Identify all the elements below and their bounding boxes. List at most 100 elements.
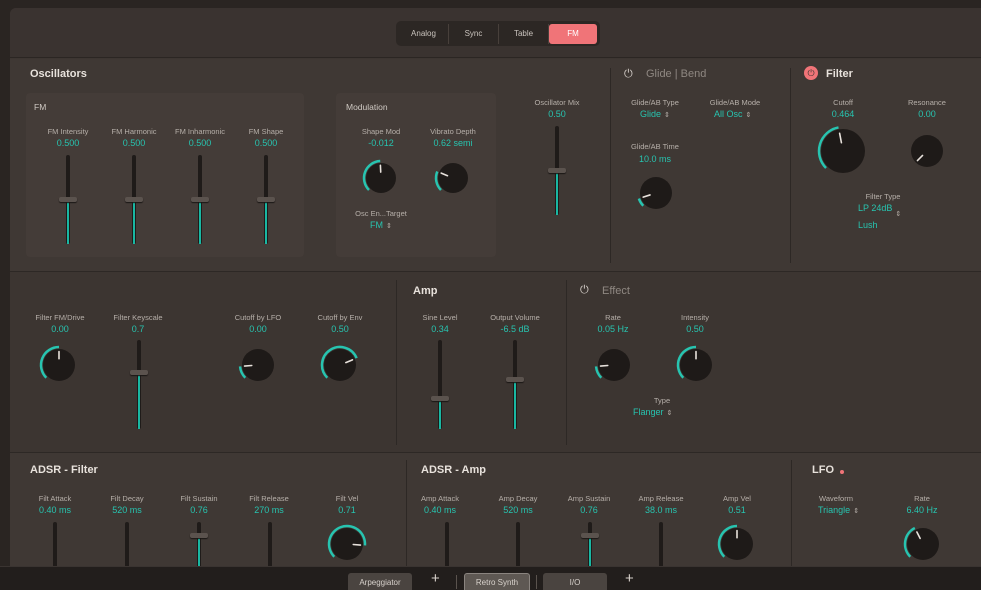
- plugin-tab-bar: Arpeggiator + Retro Synth I/O +: [0, 566, 981, 590]
- divider: [791, 460, 792, 574]
- knob-graphic: [362, 159, 396, 193]
- amp-vel-knob[interactable]: [716, 523, 758, 570]
- filt-vel-knob[interactable]: [326, 523, 368, 570]
- filt-attack-label: Filt Attack: [38, 494, 72, 503]
- filter-drive-knob[interactable]: [38, 344, 80, 391]
- effect-power-icon[interactable]: ⏻: [580, 284, 589, 297]
- add-plugin-button[interactable]: +: [431, 570, 440, 587]
- mode-table[interactable]: Table: [499, 23, 549, 44]
- effect-rate-value: 0.05 Hz: [597, 324, 629, 334]
- fm-inharmonic-slider[interactable]: [191, 155, 209, 244]
- fm-shape-slider[interactable]: [257, 155, 275, 244]
- glide-type-label: Glide/AB Type: [631, 98, 679, 107]
- amp-release-label: Amp Release: [638, 494, 684, 503]
- sine-level-slider[interactable]: [431, 340, 449, 429]
- amp-decay-label: Amp Decay: [498, 494, 538, 503]
- power-icon[interactable]: ⏻: [624, 68, 633, 81]
- effect-type-value: Flanger: [633, 407, 664, 417]
- amp-sustain-value: 0.76: [580, 505, 598, 515]
- osc-mix-value: 0.50: [548, 109, 566, 119]
- filt-release-label: Filt Release: [249, 494, 289, 503]
- lfo-waveform-label: Waveform: [819, 494, 853, 503]
- cutoff-knob[interactable]: [816, 124, 870, 183]
- up-down-chevron-icon: ⇕: [386, 223, 392, 230]
- knob-body: [438, 163, 468, 193]
- fm-harmonic-slider[interactable]: [125, 155, 143, 244]
- filt-attack-value: 0.40 ms: [38, 505, 71, 515]
- effect-rate-knob[interactable]: [593, 344, 635, 391]
- glide-type-value: Glide: [640, 109, 662, 119]
- output-volume-slider[interactable]: [506, 340, 524, 429]
- knob-body: [324, 349, 356, 381]
- cutoff-env-label: Cutoff by Env: [317, 313, 363, 322]
- mode-sync[interactable]: Sync: [449, 23, 499, 44]
- osc-mix-slider[interactable]: [548, 126, 566, 215]
- amp-vel-value: 0.51: [728, 505, 746, 515]
- divider: [566, 280, 567, 445]
- osc-env-target-select[interactable]: FM ⇕: [370, 220, 392, 230]
- filt-decay-label: Filt Decay: [110, 494, 144, 503]
- amp-sustain-label: Amp Sustain: [567, 494, 611, 503]
- lfo-rate-knob[interactable]: [902, 523, 944, 570]
- filt-decay-value: 520 ms: [112, 505, 142, 515]
- output-volume-label: Output Volume: [490, 313, 540, 322]
- cutoff-lfo-knob[interactable]: [237, 344, 279, 391]
- filter-type-select[interactable]: LP 24dB⇕ Lush: [858, 203, 901, 231]
- osc-mix-label: Oscillator Mix: [534, 98, 580, 107]
- add-plugin-button[interactable]: +: [625, 570, 634, 587]
- amp-decay-value: 520 ms: [503, 505, 533, 515]
- up-down-chevron-icon: ⇕: [853, 508, 860, 515]
- knob-body: [911, 135, 943, 167]
- filter-keyscale-slider[interactable]: [130, 340, 148, 429]
- filter-power-icon[interactable]: ⏻: [804, 66, 818, 80]
- up-down-chevron-icon: ⇕: [664, 112, 670, 119]
- vibrato-depth-knob[interactable]: [433, 158, 473, 203]
- fm-intensity-label: FM Intensity: [47, 127, 89, 136]
- knob-body: [640, 177, 672, 209]
- glide-mode-label: Glide/AB Mode: [709, 98, 761, 107]
- mode-analog[interactable]: Analog: [399, 23, 449, 44]
- up-down-chevron-icon: ⇕: [745, 112, 752, 119]
- tab-io[interactable]: I/O: [543, 573, 607, 590]
- resonance-label: Resonance: [908, 98, 946, 107]
- synth-window: Analog Sync Table FM Oscillators FM FM I…: [10, 8, 981, 590]
- divider: [406, 460, 407, 574]
- knob-indicator: [352, 543, 362, 546]
- mode-bar: Analog Sync Table FM: [10, 8, 981, 58]
- effect-intensity-knob[interactable]: [675, 344, 717, 391]
- filter-title: Filter: [826, 68, 853, 80]
- resonance-value: 0.00: [918, 109, 936, 119]
- resonance-knob[interactable]: [906, 130, 948, 177]
- shape-mod-knob[interactable]: [361, 158, 401, 203]
- effect-type-select[interactable]: Flanger ⇕: [633, 407, 672, 417]
- glide-time-knob[interactable]: [635, 172, 677, 219]
- knob-indicator: [599, 364, 609, 367]
- mode-fm[interactable]: FM: [549, 23, 597, 44]
- amp-attack-label: Amp Attack: [421, 494, 459, 503]
- knob-graphic: [320, 345, 358, 381]
- tab-arpeggiator[interactable]: Arpeggiator: [348, 573, 412, 590]
- glide-type-select[interactable]: Glide ⇕: [640, 109, 670, 119]
- knob-graphic: [327, 524, 367, 560]
- effect-intensity-value: 0.50: [686, 324, 704, 334]
- knob-graphic: [911, 135, 943, 167]
- osc-env-target-label: Osc En...Target: [355, 209, 407, 218]
- vibrato-depth-value: 0.62 semi: [433, 138, 473, 148]
- shape-mod-value: -0.012: [368, 138, 394, 148]
- filter-drive-label: Filter FM/Drive: [35, 313, 85, 322]
- knob-body: [598, 349, 630, 381]
- fm-shape-value: 0.500: [254, 138, 278, 148]
- shape-mod-label: Shape Mod: [361, 127, 401, 136]
- oscillators-title: Oscillators: [30, 68, 87, 80]
- vibrato-depth-label: Vibrato Depth: [430, 127, 476, 136]
- lfo-waveform-select[interactable]: Triangle ⇕: [818, 505, 859, 515]
- fm-intensity-slider[interactable]: [59, 155, 77, 244]
- adsr-filter-title: ADSR - Filter: [30, 464, 98, 476]
- tab-retro-synth[interactable]: Retro Synth: [464, 573, 530, 590]
- filt-sustain-value: 0.76: [190, 505, 208, 515]
- cutoff-env-knob[interactable]: [319, 344, 361, 391]
- lfo-activity-dot: [840, 470, 844, 474]
- glide-mode-select[interactable]: All Osc ⇕: [714, 109, 751, 119]
- filter-type-value-2: Lush: [858, 220, 878, 230]
- amp-release-value: 38.0 ms: [644, 505, 677, 515]
